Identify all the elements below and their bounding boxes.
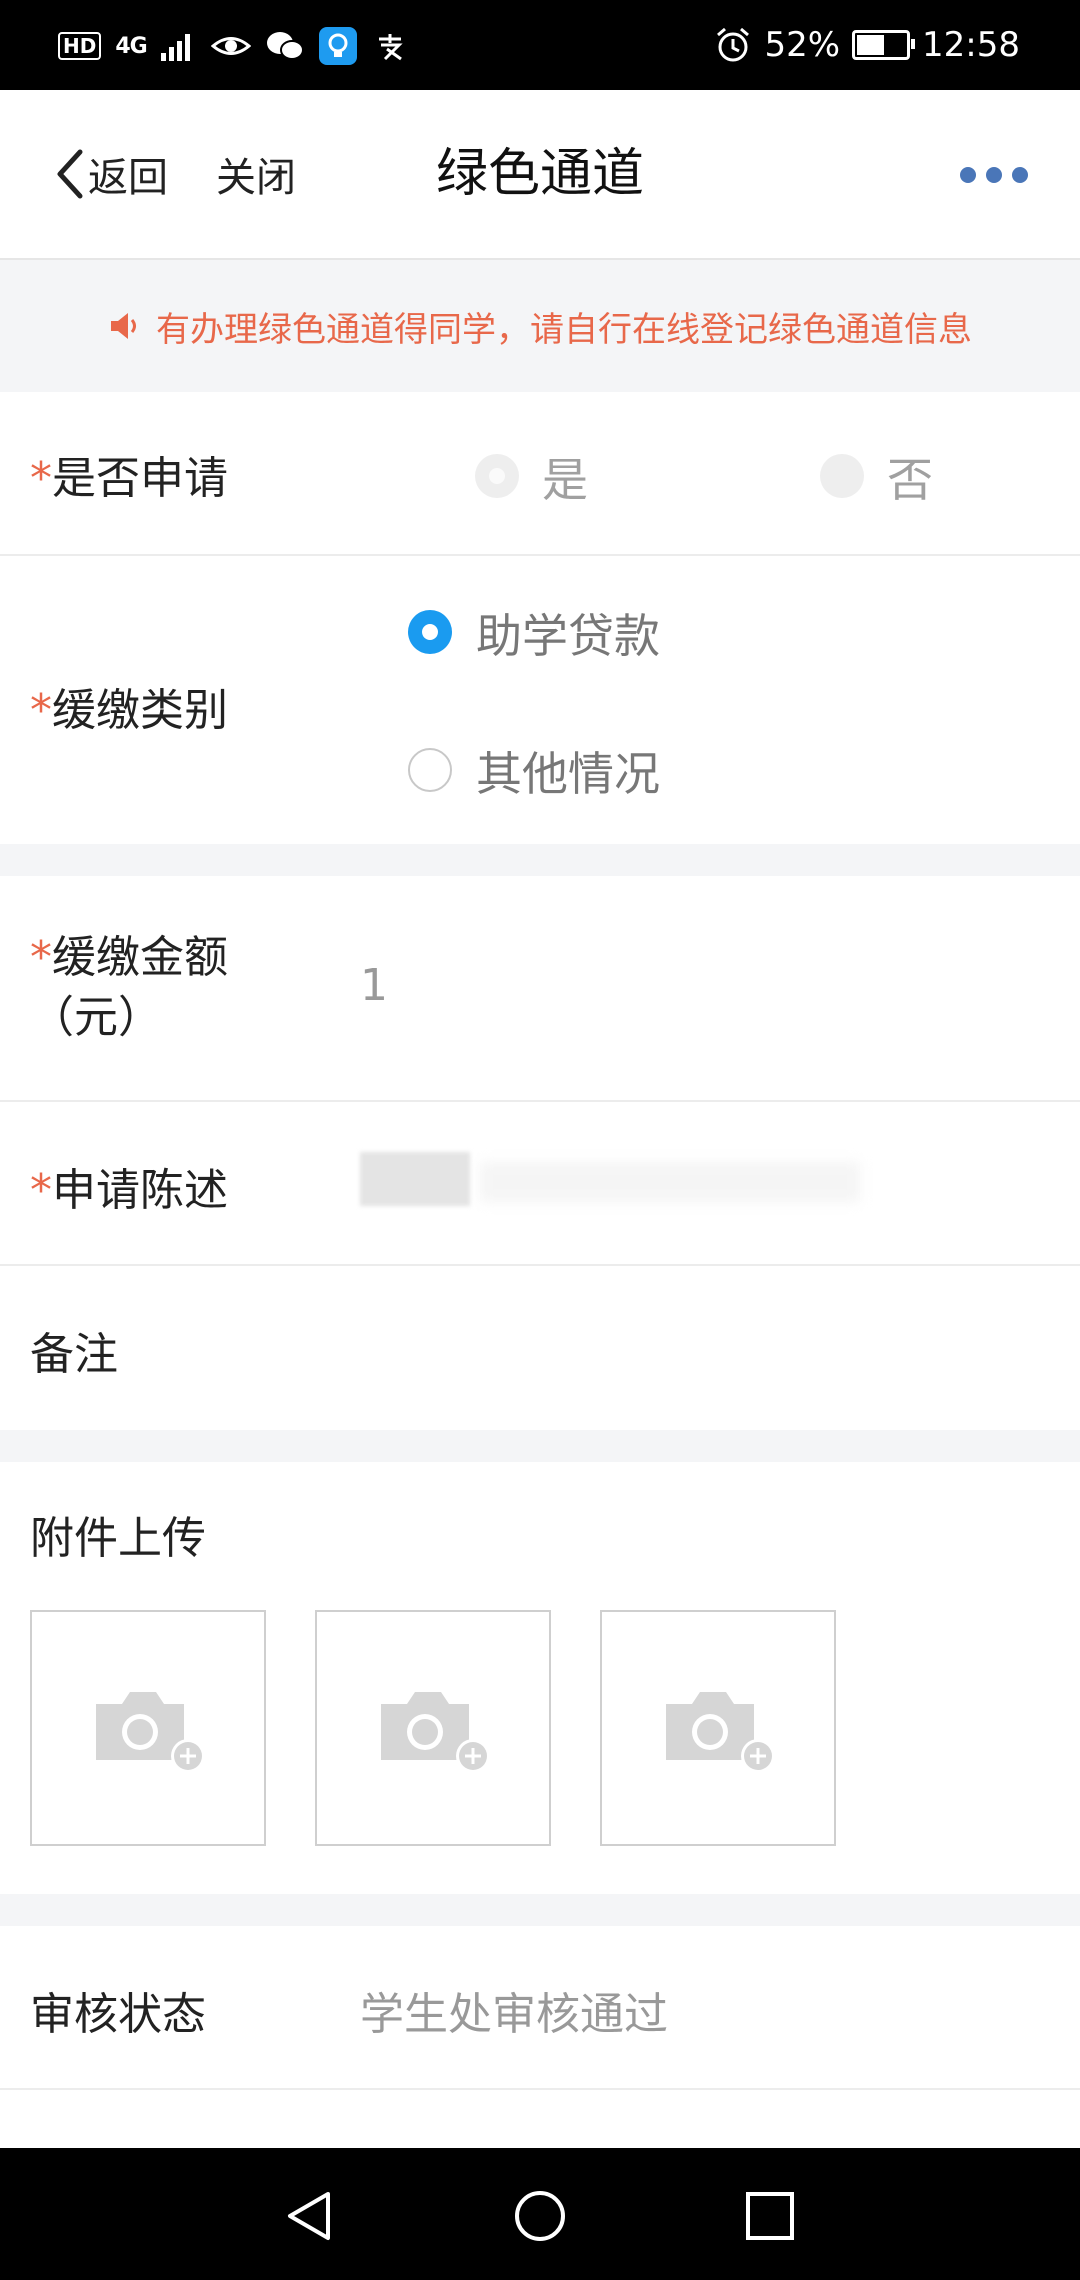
radio-student-loan[interactable] bbox=[408, 610, 452, 654]
camera-add-icon bbox=[381, 1692, 490, 1773]
section-gap bbox=[0, 844, 1080, 876]
upload-slot-2[interactable] bbox=[315, 1610, 551, 1846]
alipay-icon bbox=[371, 27, 409, 65]
more-dot-icon bbox=[960, 167, 976, 183]
battery-percent: 52% bbox=[764, 25, 841, 65]
nav-bar: 返回 关闭 绿色通道 bbox=[0, 90, 1080, 260]
required-mark: * bbox=[30, 685, 52, 736]
radio-student-loan-label: 助学贷款 bbox=[476, 609, 660, 663]
recents-square-icon[interactable] bbox=[742, 2188, 798, 2244]
upload-slot-1[interactable] bbox=[30, 1610, 266, 1846]
amount-label: *缓缴金额 （元） bbox=[30, 932, 228, 1043]
radio-no[interactable] bbox=[820, 454, 864, 498]
system-nav-bar bbox=[0, 2148, 1080, 2280]
statement-label: *申请陈述 bbox=[30, 1165, 228, 1216]
amount-input[interactable]: 1 bbox=[360, 960, 388, 1011]
review-label: 审核状态 bbox=[30, 1989, 206, 2040]
next-row-partial bbox=[0, 2090, 1080, 2148]
remark-label: 备注 bbox=[30, 1329, 118, 1380]
radio-yes-label: 是 bbox=[542, 453, 588, 507]
home-circle-icon[interactable] bbox=[512, 2188, 568, 2244]
review-row: 审核状态 学生处审核通过 bbox=[0, 1926, 1080, 2090]
remark-row: 备注 bbox=[0, 1266, 1080, 1430]
statement-input-blurred[interactable] bbox=[360, 1152, 470, 1206]
radio-other-label: 其他情况 bbox=[476, 747, 660, 801]
speaker-icon bbox=[111, 313, 136, 339]
remark-input[interactable] bbox=[360, 1296, 1050, 1396]
radio-yes[interactable] bbox=[475, 454, 519, 498]
statement-blur-trail bbox=[480, 1162, 860, 1202]
clock: 12:58 bbox=[922, 25, 1020, 65]
wechat-icon bbox=[266, 32, 304, 60]
more-dot-icon bbox=[1012, 167, 1028, 183]
status-right: 52% 12:58 bbox=[714, 20, 1020, 70]
signal-icon bbox=[160, 34, 190, 61]
category-row: *缓缴类别 助学贷款 其他情况 bbox=[0, 556, 1080, 844]
attachments-section: 附件上传 bbox=[0, 1462, 1080, 1894]
review-value: 学生处审核通过 bbox=[360, 1989, 668, 2040]
required-mark: * bbox=[30, 932, 52, 983]
attachments-label: 附件上传 bbox=[30, 1513, 206, 1564]
notice-text: 有办理绿色通道得同学，请自行在线登记绿色通道信息 bbox=[156, 309, 972, 350]
camera-add-icon bbox=[666, 1692, 775, 1773]
hd-badge: HD bbox=[58, 32, 102, 60]
alarm-icon bbox=[717, 27, 750, 62]
upload-slot-3[interactable] bbox=[600, 1610, 836, 1846]
network-label: 4G bbox=[115, 33, 147, 59]
notice-banner: 有办理绿色通道得同学，请自行在线登记绿色通道信息 bbox=[0, 260, 1080, 392]
eye-icon bbox=[210, 37, 251, 55]
statement-row: *申请陈述 bbox=[0, 1102, 1080, 1266]
amount-row: *缓缴金额 （元） 1 bbox=[0, 876, 1080, 1102]
battery-icon bbox=[852, 30, 916, 60]
apply-label: *是否申请 bbox=[30, 453, 228, 504]
section-gap bbox=[0, 1430, 1080, 1462]
status-left-icons: HD 4G bbox=[58, 24, 409, 68]
page-title: 绿色通道 bbox=[435, 144, 644, 204]
radio-other[interactable] bbox=[408, 748, 452, 792]
radio-no-label: 否 bbox=[887, 453, 933, 507]
camera-add-icon bbox=[96, 1692, 205, 1773]
more-menu-button[interactable] bbox=[960, 160, 1028, 190]
required-mark: * bbox=[30, 1165, 52, 1216]
more-dot-icon bbox=[986, 167, 1002, 183]
back-triangle-icon[interactable] bbox=[282, 2188, 338, 2244]
required-mark: * bbox=[30, 453, 52, 504]
section-gap bbox=[0, 1894, 1080, 1926]
apply-row: *是否申请 是 否 bbox=[0, 392, 1080, 556]
category-label: *缓缴类别 bbox=[30, 685, 228, 736]
lightbulb-app-icon bbox=[318, 27, 357, 65]
status-bar: HD 4G 52% 12:58 bbox=[0, 0, 1080, 90]
